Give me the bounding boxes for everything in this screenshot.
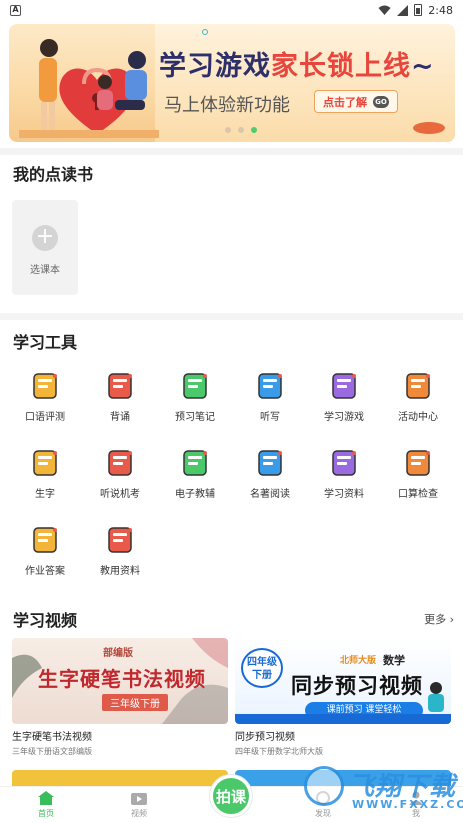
tab-home[interactable]: 首页 [16,791,76,819]
tool-microphone[interactable]: 口语评测 [7,370,83,423]
magnifier-icon [406,450,430,476]
tool-e-book[interactable]: 电子教辅 [157,447,233,500]
video-subtitle: 四年级下册数学北师大版 [235,747,323,756]
battery-icon [414,4,423,16]
section-divider [0,148,463,155]
my-books-title: 我的点读书 [13,165,94,184]
tool-label: 名著阅读 [250,489,290,500]
tool-label: 听说机考 [100,489,140,500]
tool-notebook-pen[interactable]: 预习笔记 [157,370,233,423]
carousel-dot[interactable] [238,127,244,133]
thumb-edition-tag: 部编版 [103,648,133,659]
family-illustration-icon [19,39,159,138]
snap-lesson-button[interactable]: 拍课 [210,775,252,817]
watermark-logo-icon [304,766,344,806]
tool-open-book[interactable]: 名著阅读 [232,447,308,500]
carousel-dot[interactable] [225,127,231,133]
tool-label: 生字 [35,489,55,500]
go-badge: GO [373,95,389,108]
tab-video[interactable]: 视频 [109,791,169,819]
tool-gamepad[interactable]: 学习游戏 [306,370,382,423]
thumb-grade-badge: 四年级 下册 [241,648,283,688]
status-bar: A 2:48 [0,0,463,20]
tools-title: 学习工具 [13,333,78,352]
video-card[interactable]: 部编版 生字硬笔书法视频 三年级下册 生字硬笔书法视频 三年级下册语文部编版 [12,638,228,757]
learn-more-label: 点击了解 [323,95,367,109]
open-book-icon [258,450,282,476]
carousel-dots [225,127,257,133]
learn-more-button[interactable]: 点击了解 GO [314,90,398,113]
video-thumbnail[interactable]: 部编版 生字硬笔书法视频 三年级下册 [12,638,228,724]
tool-label: 预习笔记 [175,412,215,423]
leaf-decoration-icon [413,122,445,134]
site-watermark: 飞翔下载 WWW.FXXZ.COM [300,760,463,820]
lightbulb-icon [332,450,356,476]
tool-label: 教用资料 [100,566,140,577]
carousel-top-indicator [202,29,208,35]
tool-label: 口语评测 [25,412,65,423]
select-textbook-label: 选课本 [30,265,60,276]
thumb-band [235,714,451,724]
notebook-pen-icon [183,373,207,399]
chevron-right-icon: › [446,613,454,626]
tool-label: 背诵 [110,412,130,423]
thumb-title: 同步预习视频 [291,674,423,698]
watermark-url: WWW.FXXZ.COM [352,798,463,811]
banner-title: 学习游戏家长锁上线~ [159,51,435,82]
thumb-subject: 数学 [383,654,405,667]
clock-time: 2:48 [428,3,453,17]
pencil-icon [258,373,282,399]
video-title: 生字硬笔书法视频 [12,732,92,743]
tool-lightbulb[interactable]: 学习资料 [306,447,382,500]
tool-character-card[interactable]: 生字 [7,447,83,500]
video-subtitle: 三年级下册语文部编版 [12,747,92,756]
home-icon [38,791,54,805]
more-label: 更多 [424,613,447,626]
tool-homework-book[interactable]: 作业答案 [7,524,83,577]
tool-label: 学习资料 [324,489,364,500]
tool-magnifier[interactable]: 口算检查 [380,447,456,500]
tab-label: 视频 [131,809,147,818]
carousel-dot-active[interactable] [251,127,257,133]
kid-illustration-icon [428,682,444,712]
thumb-title: 生字硬笔书法视频 [38,667,206,691]
video-thumbnail[interactable]: 四年级 下册 北师大版 数学 同步预习视频 课前预习 课堂轻松 [235,638,451,724]
book-icon [108,373,132,399]
microphone-icon [33,373,57,399]
banner-subtitle: 马上体验新功能 [164,95,290,116]
video-title: 同步预习视频 [235,732,295,743]
tab-label: 首页 [38,809,54,818]
thumb-grade: 三年级下册 [102,694,168,711]
tool-label: 口算检查 [398,489,438,500]
more-videos-link[interactable]: 更多 › [424,611,454,627]
tool-pencil[interactable]: 听写 [232,370,308,423]
tool-label: 学习游戏 [324,412,364,423]
e-book-icon [183,450,207,476]
video-card[interactable]: 四年级 下册 北师大版 数学 同步预习视频 课前预习 课堂轻松 同步预习视频 四年… [235,638,451,757]
tool-balloons[interactable]: 活动中心 [380,370,456,423]
plus-icon: + [32,225,58,251]
videos-title: 学习视频 [13,611,78,630]
tool-teacher-board[interactable]: 教用资料 [82,524,158,577]
app-notification-icon: A [10,4,21,16]
signal-icon [397,4,409,16]
tool-label: 作业答案 [25,566,65,577]
section-divider [0,313,463,320]
video-play-icon [131,793,147,805]
character-card-icon [33,450,57,476]
thumb-publisher: 北师大版 [340,656,377,666]
gamepad-icon [332,373,356,399]
balloons-icon [406,373,430,399]
tool-label: 听写 [260,412,280,423]
promo-banner[interactable]: 学习游戏家长锁上线~ 马上体验新功能 点击了解 GO [9,24,455,142]
select-textbook-button[interactable]: + 选课本 [12,200,78,295]
tool-talk-bubble[interactable]: 听说机考 [82,447,158,500]
tool-label: 活动中心 [398,412,438,423]
tool-book[interactable]: 背诵 [82,370,158,423]
tool-label: 电子教辅 [175,489,215,500]
teacher-board-icon [108,527,132,553]
homework-book-icon [33,527,57,553]
talk-bubble-icon [108,450,132,476]
wifi-icon [378,5,391,15]
